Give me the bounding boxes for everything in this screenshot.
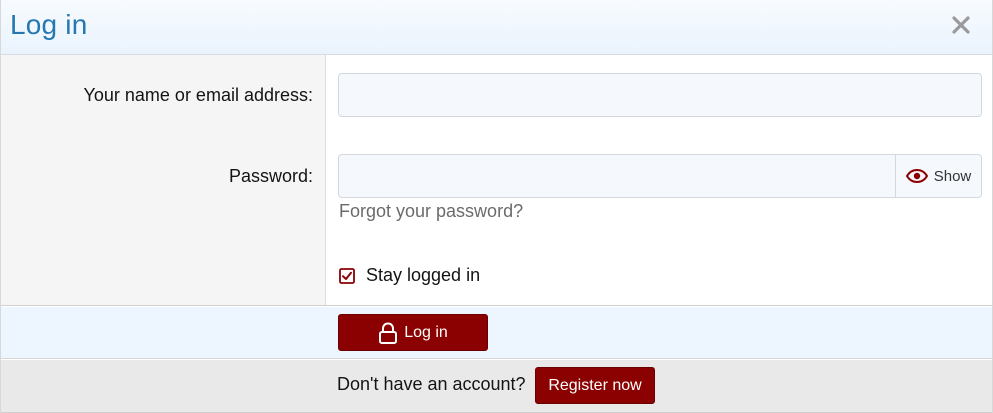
label-column: Your name or email address: Password:: [1, 55, 326, 305]
submit-row: Log in: [1, 307, 992, 359]
stay-logged-in-label: Stay logged in: [366, 265, 481, 285]
form-body: Your name or email address: Password: Sh…: [1, 55, 992, 306]
password-field-group: Show: [338, 154, 982, 198]
show-password-button[interactable]: Show: [895, 155, 981, 197]
eye-icon: [905, 169, 928, 183]
dialog-footer: Don't have an account? Register now: [1, 360, 992, 413]
show-password-label: Show: [933, 167, 972, 185]
lock-icon: [379, 321, 398, 344]
login-button[interactable]: Log in: [338, 314, 488, 351]
no-account-text: Don't have an account?: [337, 374, 526, 394]
login-input[interactable]: [338, 73, 982, 117]
password-label: Password:: [228, 166, 313, 186]
password-input[interactable]: [339, 155, 896, 197]
close-icon: [952, 16, 970, 34]
forgot-password-link[interactable]: Forgot your password?: [339, 201, 523, 222]
dialog-header: Log in: [1, 0, 992, 55]
close-button[interactable]: [946, 10, 976, 40]
login-dialog: Log in Your name or email address: Passw…: [0, 0, 993, 413]
register-now-button[interactable]: Register now: [535, 367, 655, 404]
stay-logged-in-option[interactable]: Stay logged in: [339, 265, 480, 286]
dialog-title: Log in: [10, 9, 88, 40]
checkbox-checked-icon[interactable]: [339, 267, 355, 284]
login-button-label: Log in: [404, 323, 448, 341]
login-label: Your name or email address:: [83, 85, 313, 105]
